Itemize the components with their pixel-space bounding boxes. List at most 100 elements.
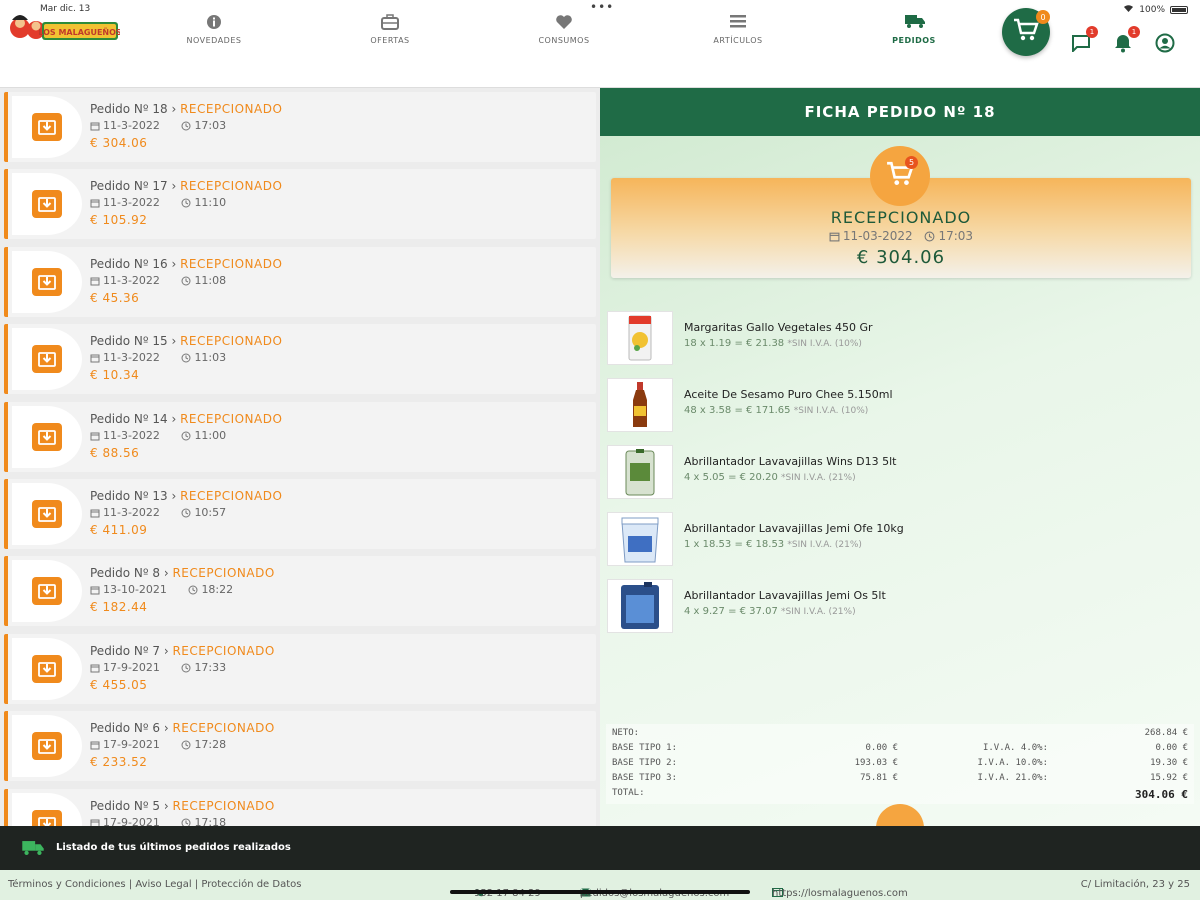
product-name: Margaritas Gallo Vegetales 450 Gr [684,321,873,334]
truck-icon [22,840,44,859]
user-icon [1155,33,1175,57]
calendar-icon [90,585,100,598]
order-row[interactable]: Pedido Nº 13 › RECEPCIONADO 11-3-2022 10… [4,479,596,549]
product-quantity: 1 x 18.53 = € 18.53 [684,539,785,550]
chat-icon [1071,34,1091,56]
order-item[interactable]: Abrillantador Lavavajillas Wins D13 5lt … [607,445,1193,499]
order-time: 11:08 [194,273,227,287]
order-time: 11:00 [194,428,227,442]
order-item[interactable]: Abrillantador Lavavajillas Jemi Os 5lt 4… [607,579,1193,633]
order-time: 18:22 [201,583,234,597]
calendar-icon [90,431,100,444]
cart-button[interactable]: 0 [1002,8,1050,56]
order-number: Pedido Nº 14 [90,411,168,426]
order-item[interactable]: Aceite De Sesamo Puro Chee 5.150ml 48 x … [607,378,1193,432]
orders-info-bar: Listado de tus últimos pedidos realizado… [0,826,1200,870]
home-indicator[interactable] [450,890,750,894]
heart-icon [555,14,573,30]
order-number: Pedido Nº 18 [90,102,168,116]
list-icon [729,14,747,30]
order-row[interactable]: Pedido Nº 6 › RECEPCIONADO 17-9-2021 17:… [4,711,596,782]
totals-cell-c4: 19.30 € [1150,758,1188,768]
order-total: € 411.09 [90,523,148,537]
order-row[interactable]: Pedido Nº 14 › RECEPCIONADO 11-3-2022 11… [4,401,596,472]
messages-button[interactable]: 1 [1070,26,1098,56]
order-status: RECEPCIONADO [180,179,283,194]
totals-cell-c2: 193.03 € [854,758,898,768]
totals-cell-c2: 75.81 € [860,773,898,783]
main-nav: NOVEDADES OFERTAS CONSUMOS ARTÍCULOS PED… [150,14,970,54]
order-date: 17-9-2021 [103,660,160,674]
calendar-icon [90,276,100,289]
totals-row: BASE TIPO 2: 193.03 € I.V.A. 10.0%: 19.30 € [612,758,1188,769]
order-time: 11:03 [194,351,227,365]
order-row[interactable]: Pedido Nº 18 › RECEPCIONADO 11-3-2022 17… [4,92,596,162]
product-thumbnail-bottle [607,378,673,432]
download-icon [32,345,62,374]
order-status: RECEPCIONADO [180,334,283,349]
profile-button[interactable] [1154,33,1176,57]
product-name: Abrillantador Lavavajillas Jemi Os 5lt [684,589,886,602]
multitask-dots[interactable]: ••• [590,0,614,14]
order-total: € 10.34 [90,368,140,383]
brand-logo[interactable]: LOS MALAGUEÑOS [8,8,122,48]
order-row[interactable]: Pedido Nº 8 › RECEPCIONADO 13-10-2021 18… [4,556,596,627]
totals-cell-c2: 0.00 € [865,743,898,753]
clock-icon [181,740,191,753]
product-tax: *SIN I.V.A. (10%) [793,406,869,416]
nav-pedidos[interactable]: PEDIDOS [864,14,964,45]
order-status: RECEPCIONADO [180,256,283,271]
nav-consumos[interactable]: CONSUMOS [514,14,614,45]
nav-articulos[interactable]: ARTÍCULOS [688,14,788,45]
product-tax: *SIN I.V.A. (21%) [781,607,856,617]
order-total: € 88.56 [90,445,140,460]
order-status: RECEPCIONADO [172,566,275,581]
order-row[interactable]: Pedido Nº 15 › RECEPCIONADO 11-3-2022 11… [4,324,596,395]
privacy-link[interactable]: Protección de Datos [201,879,301,890]
download-icon [32,500,62,528]
legal-link[interactable]: Aviso Legal [135,879,191,890]
product-thumbnail-bag [607,311,673,365]
clock-icon [181,353,191,366]
info-icon [205,14,223,30]
download-icon [32,422,62,451]
download-icon [32,732,62,761]
order-row[interactable]: Pedido Nº 5 › RECEPCIONADO 17-9-2021 17:… [4,788,596,826]
totals-cell-c1: TOTAL: [612,788,645,798]
order-item[interactable]: Abrillantador Lavavajillas Jemi Ofe 10kg… [607,512,1193,566]
download-icon [32,113,62,141]
nav-ofertas[interactable]: OFERTAS [340,14,440,45]
order-date: 17-9-2021 [103,738,160,752]
calendar-icon [90,818,100,826]
totals-cell-c4: 304.06 € [1135,788,1188,801]
order-row[interactable]: Pedido Nº 7 › RECEPCIONADO 17-9-2021 17:… [4,633,596,704]
nav-novedades[interactable]: NOVEDADES [164,14,264,45]
order-number: Pedido Nº 15 [90,334,168,349]
order-time: 17:28 [194,738,227,752]
product-quantity: 18 x 1.19 = € 21.38 [684,338,785,349]
clock-icon [181,663,191,676]
totals-row: BASE TIPO 1: 0.00 € I.V.A. 4.0%: 0.00 € [612,743,1188,754]
order-total: € 182.44 [90,600,148,615]
totals-cell-c3: I.V.A. 4.0%: [982,743,1048,753]
terms-link[interactable]: Términos y Condiciones [8,879,126,890]
order-row[interactable]: Pedido Nº 16 › RECEPCIONADO 11-3-2022 11… [4,246,596,317]
totals-row: TOTAL: 304.06 € [612,788,1188,801]
battery-level: 100% [1139,4,1165,15]
order-item[interactable]: Margaritas Gallo Vegetales 450 Gr 18 x 1… [607,311,1193,365]
order-row[interactable]: Pedido Nº 17 › RECEPCIONADO 11-3-2022 11… [4,169,596,240]
clock-icon [924,231,935,245]
order-number: Pedido Nº 6 [90,721,160,736]
notifications-button[interactable]: 1 [1112,26,1140,56]
calendar-icon [90,740,100,753]
scroll-action-button[interactable] [876,804,924,826]
orders-list[interactable]: Pedido Nº 18 › RECEPCIONADO 11-3-2022 17… [0,88,600,826]
download-icon [32,190,62,219]
order-date: 17-9-2021 [103,815,160,826]
clock-icon [181,431,191,444]
download-icon [32,809,62,826]
order-total: € 105.92 [90,213,148,228]
clock-icon [181,276,191,289]
download-icon [32,577,62,606]
calendar-icon [90,663,100,676]
